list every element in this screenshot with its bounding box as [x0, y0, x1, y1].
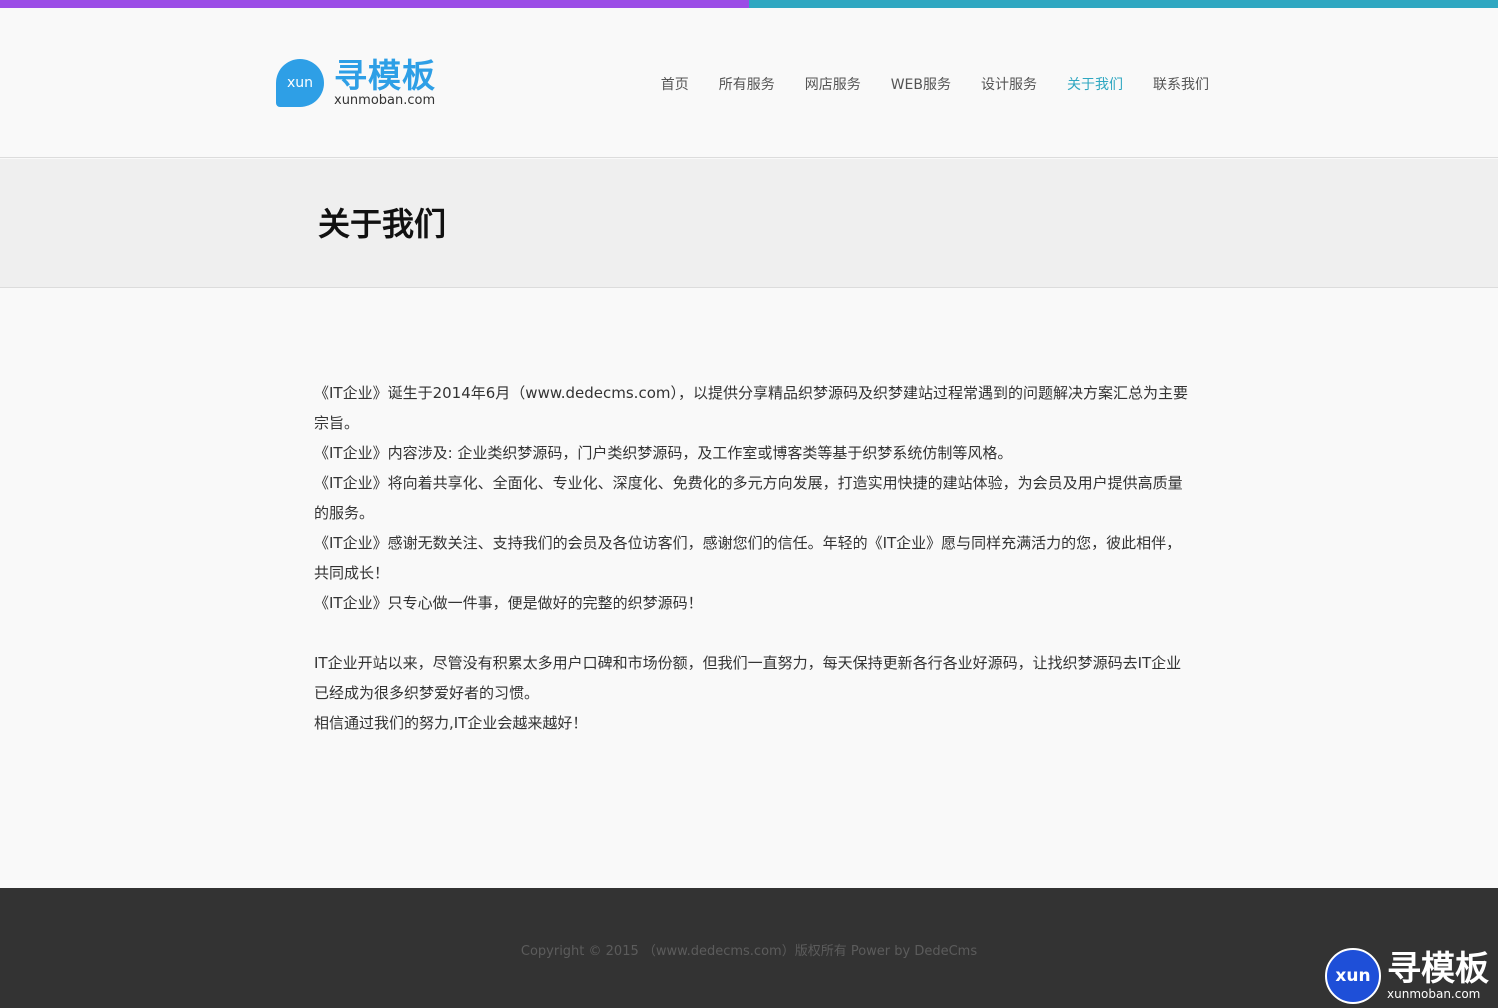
logo-badge-icon: xun [276, 59, 324, 107]
watermark-name: 寻模板 [1387, 949, 1489, 989]
nav-item-all-services[interactable]: 所有服务 [719, 74, 775, 94]
top-accent-bar [0, 0, 1498, 8]
site-logo[interactable]: xun 寻模板 xunmoban.com [276, 55, 446, 111]
logo-badge-text: xun [286, 75, 314, 91]
page-banner: 关于我们 [0, 159, 1498, 288]
watermark-logo: xun 寻模板 xunmoban.com [1325, 946, 1495, 1006]
content-paragraph: 《IT企业》将向着共享化、全面化、专业化、深度化、免费化的多元方向发展，打造实用… [314, 474, 1183, 522]
watermark-badge-text: xun [1335, 966, 1371, 986]
watermark-badge-icon: xun [1325, 948, 1381, 1004]
main-nav: 首页 所有服务 网店服务 WEB服务 设计服务 关于我们 联系我们 [631, 74, 1209, 94]
nav-item-design-services[interactable]: 设计服务 [981, 74, 1037, 94]
nav-item-home[interactable]: 首页 [661, 74, 689, 94]
nav-item-web-services[interactable]: WEB服务 [891, 74, 951, 94]
footer-copyright: Copyright © 2015 （www.dedecms.com）版权所有 P… [520, 944, 978, 959]
logo-url: xunmoban.com [334, 93, 436, 108]
top-bar-purple-segment [0, 0, 749, 8]
content-paragraph: 《IT企业》感谢无数关注、支持我们的会员及各位访客们，感谢您们的信任。年轻的《I… [314, 534, 1182, 582]
page-title: 关于我们 [318, 205, 447, 243]
content-paragraph: 相信通过我们的努力,IT企业会越来越好！ [314, 714, 588, 732]
content-paragraph: 《IT企业》诞生于2014年6月（www.dedecms.com），以提供分享精… [314, 384, 1188, 432]
top-bar-teal-segment [749, 0, 1498, 8]
nav-item-contact-us[interactable]: 联系我们 [1153, 74, 1209, 94]
about-content: 《IT企业》诞生于2014年6月（www.dedecms.com），以提供分享精… [314, 378, 1194, 738]
nav-item-about-us[interactable]: 关于我们 [1067, 74, 1123, 94]
site-footer: Copyright © 2015 （www.dedecms.com）版权所有 P… [0, 888, 1498, 1008]
content-paragraph: 《IT企业》只专心做一件事，便是做好的完整的织梦源码！ [314, 594, 703, 612]
content-paragraph: IT企业开站以来，尽管没有积累太多用户口碑和市场份额，但我们一直努力，每天保持更… [314, 654, 1182, 702]
watermark-text: 寻模板 xunmoban.com [1387, 952, 1489, 1000]
logo-text: 寻模板 xunmoban.com [334, 59, 436, 107]
watermark-url: xunmoban.com [1387, 987, 1481, 1001]
nav-item-shop-services[interactable]: 网店服务 [805, 74, 861, 94]
logo-name: 寻模板 [334, 56, 436, 95]
content-paragraph: 《IT企业》内容涉及: 企业类织梦源码，门户类织梦源码，及工作室或博客类等基于织… [314, 444, 1013, 462]
site-header: xun 寻模板 xunmoban.com 首页 所有服务 网店服务 WEB服务 … [0, 8, 1498, 158]
